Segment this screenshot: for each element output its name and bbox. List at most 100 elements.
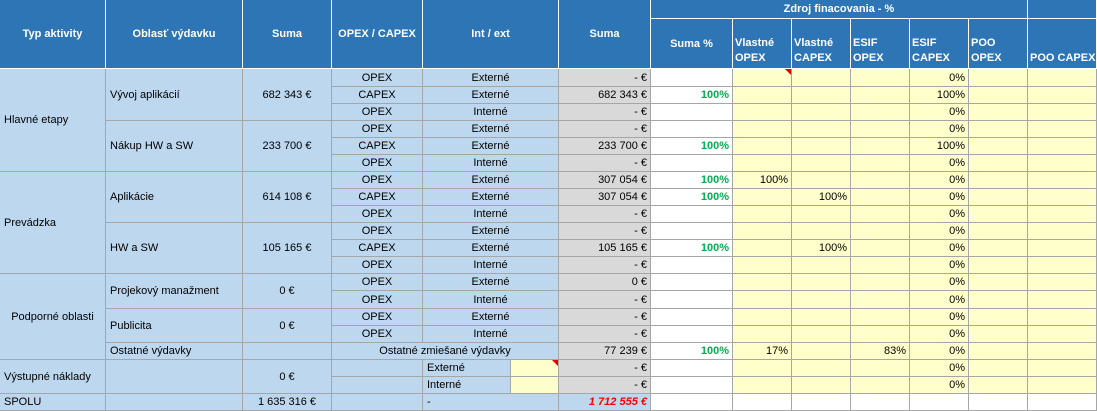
row-int-ext[interactable]: Externé bbox=[423, 172, 559, 189]
row-poo-opex[interactable] bbox=[969, 223, 1028, 240]
header-int-ext[interactable]: Int / ext bbox=[423, 0, 559, 69]
row-sum[interactable]: 307 054 € bbox=[559, 189, 651, 206]
header-esif-opex[interactable]: ESIF OPEX bbox=[851, 19, 910, 69]
row-int-ext[interactable]: Externé bbox=[423, 69, 559, 87]
header-vlastne-opex[interactable]: Vlastné OPEX bbox=[733, 19, 792, 69]
row-poo-opex[interactable] bbox=[969, 172, 1028, 189]
row-esif-capex[interactable]: 0% bbox=[910, 309, 969, 326]
row-type[interactable]: OPEX bbox=[332, 326, 423, 343]
spolu-blank-cell[interactable] bbox=[1028, 394, 1097, 411]
row-type[interactable]: OPEX bbox=[332, 257, 423, 274]
row-suma-pct[interactable]: 100% bbox=[651, 189, 733, 206]
row-sum[interactable]: 105 165 € bbox=[559, 240, 651, 257]
row-sum[interactable]: - € bbox=[559, 155, 651, 172]
row-sum[interactable]: - € bbox=[559, 377, 651, 394]
row-vlastne-capex[interactable] bbox=[792, 155, 851, 172]
row-poo-opex[interactable] bbox=[969, 360, 1028, 377]
row-type[interactable]: OPEX bbox=[332, 172, 423, 189]
row-poo-opex[interactable] bbox=[969, 206, 1028, 223]
header-zdroj-financovania[interactable]: Zdroj finacovania - % bbox=[651, 0, 1028, 19]
row-poo-capex[interactable] bbox=[1028, 104, 1097, 121]
row-esif-capex[interactable]: 100% bbox=[910, 87, 969, 104]
row-esif-capex[interactable]: 0% bbox=[910, 104, 969, 121]
row-suma-pct[interactable]: 100% bbox=[651, 87, 733, 104]
row-esif-opex[interactable] bbox=[851, 121, 910, 138]
row-suma-pct[interactable] bbox=[651, 360, 733, 377]
row-sum[interactable]: - € bbox=[559, 223, 651, 240]
row-int-ext[interactable]: Externé bbox=[423, 189, 559, 206]
row-esif-opex[interactable] bbox=[851, 360, 910, 377]
row-esif-capex[interactable]: 0% bbox=[910, 360, 969, 377]
area-hwsw[interactable]: HW a SW bbox=[106, 223, 243, 274]
row-vlastne-capex[interactable] bbox=[792, 274, 851, 291]
row-sum[interactable]: - € bbox=[559, 309, 651, 326]
row-vlastne-opex[interactable] bbox=[733, 360, 792, 377]
row-poo-opex[interactable] bbox=[969, 87, 1028, 104]
spolu-blank-cell[interactable] bbox=[651, 394, 733, 411]
area-publicita-sum[interactable]: 0 € bbox=[243, 309, 332, 343]
row-poo-capex[interactable] bbox=[1028, 343, 1097, 360]
row-poo-capex[interactable] bbox=[1028, 155, 1097, 172]
row-esif-opex[interactable] bbox=[851, 291, 910, 309]
header-oblast-vydavku[interactable]: Oblasť výdavku bbox=[106, 0, 243, 69]
row-suma-pct[interactable] bbox=[651, 223, 733, 240]
row-int-ext[interactable]: Externé bbox=[423, 138, 559, 155]
row-type[interactable]: CAPEX bbox=[332, 240, 423, 257]
row-type-blank[interactable] bbox=[332, 360, 423, 377]
header-typ-aktivity[interactable]: Typ aktivity bbox=[0, 0, 106, 69]
row-suma-pct[interactable] bbox=[651, 377, 733, 394]
row-poo-capex[interactable] bbox=[1028, 87, 1097, 104]
header-poo-opex[interactable]: POO OPEX bbox=[969, 19, 1028, 69]
row-int-ext[interactable]: Interné bbox=[423, 291, 559, 309]
row-esif-capex[interactable]: 0% bbox=[910, 223, 969, 240]
row-poo-opex[interactable] bbox=[969, 104, 1028, 121]
row-sum[interactable]: - € bbox=[559, 360, 651, 377]
row-vlastne-capex[interactable] bbox=[792, 326, 851, 343]
area-vystupne-sum[interactable]: 0 € bbox=[243, 360, 332, 394]
row-sum[interactable]: 233 700 € bbox=[559, 138, 651, 155]
area-vyvoj[interactable]: Vývoj aplikácií bbox=[106, 69, 243, 121]
row-type[interactable]: CAPEX bbox=[332, 189, 423, 206]
row-sum[interactable]: 307 054 € bbox=[559, 172, 651, 189]
row-esif-opex[interactable] bbox=[851, 326, 910, 343]
row-vlastne-opex[interactable] bbox=[733, 69, 792, 87]
spolu-area-blank[interactable] bbox=[106, 394, 243, 411]
row-poo-opex[interactable] bbox=[969, 291, 1028, 309]
row-vlastne-capex[interactable]: 100% bbox=[792, 189, 851, 206]
row-esif-opex[interactable] bbox=[851, 189, 910, 206]
area-aplikacie-sum[interactable]: 614 108 € bbox=[243, 172, 332, 223]
row-poo-opex[interactable] bbox=[969, 326, 1028, 343]
row-vlastne-capex[interactable] bbox=[792, 87, 851, 104]
row-esif-capex[interactable]: 0% bbox=[910, 291, 969, 309]
row-type[interactable]: OPEX bbox=[332, 309, 423, 326]
row-int-ext[interactable]: Externé bbox=[423, 360, 511, 377]
area-ostatne[interactable]: Ostatné výdavky bbox=[106, 343, 243, 360]
row-type[interactable]: CAPEX bbox=[332, 138, 423, 155]
row-vlastne-capex[interactable] bbox=[792, 377, 851, 394]
row-suma-pct[interactable]: 100% bbox=[651, 172, 733, 189]
row-esif-opex[interactable] bbox=[851, 257, 910, 274]
row-poo-opex[interactable] bbox=[969, 240, 1028, 257]
row-esif-capex[interactable]: 0% bbox=[910, 240, 969, 257]
row-sum[interactable]: - € bbox=[559, 326, 651, 343]
row-poo-capex[interactable] bbox=[1028, 240, 1097, 257]
row-int-ext[interactable]: Interné bbox=[423, 326, 559, 343]
row-esif-capex[interactable]: 0% bbox=[910, 121, 969, 138]
row-int-ext[interactable]: Externé bbox=[423, 223, 559, 240]
row-int-ext[interactable]: Interné bbox=[423, 377, 511, 394]
row-type[interactable]: CAPEX bbox=[332, 87, 423, 104]
row-type[interactable]: OPEX bbox=[332, 274, 423, 291]
row-sum[interactable]: - € bbox=[559, 257, 651, 274]
area-ostatne-sum[interactable] bbox=[243, 343, 332, 360]
row-esif-opex[interactable] bbox=[851, 155, 910, 172]
row-sum[interactable]: - € bbox=[559, 291, 651, 309]
row-esif-capex[interactable]: 0% bbox=[910, 155, 969, 172]
row-vlastne-capex[interactable] bbox=[792, 172, 851, 189]
row-suma-pct[interactable] bbox=[651, 274, 733, 291]
row-poo-capex[interactable] bbox=[1028, 326, 1097, 343]
row-vlastne-capex[interactable] bbox=[792, 121, 851, 138]
row-vlastne-opex[interactable] bbox=[733, 206, 792, 223]
spolu-blank-cell[interactable] bbox=[851, 394, 910, 411]
row-suma-pct[interactable] bbox=[651, 155, 733, 172]
row-poo-capex[interactable] bbox=[1028, 377, 1097, 394]
